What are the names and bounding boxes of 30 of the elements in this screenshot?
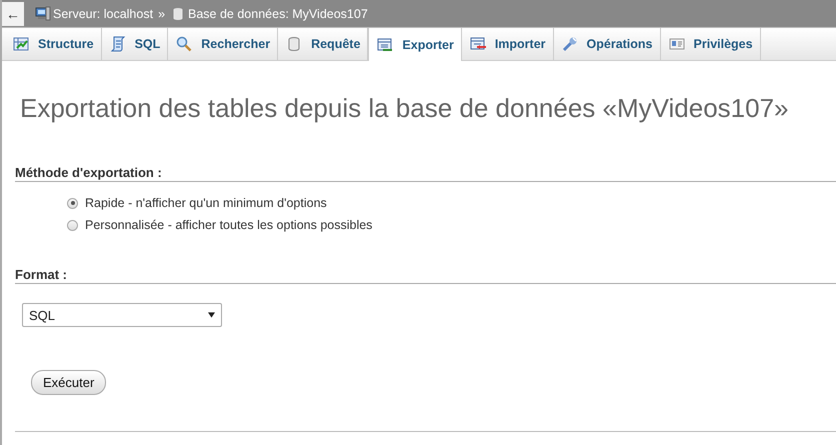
tab[interactable]: Exporter <box>368 28 462 61</box>
wrench-icon <box>562 36 578 52</box>
table-chart-icon <box>13 36 29 52</box>
execute-button[interactable]: Exécuter <box>31 370 106 395</box>
section-heading: Format : <box>15 267 836 284</box>
section-heading: Méthode d'exportation : <box>15 165 836 182</box>
tab[interactable]: Importer <box>462 28 554 60</box>
format-dropdown[interactable]: SQL <box>22 303 222 327</box>
table-import-icon <box>470 36 486 52</box>
tab[interactable]: Structure <box>5 28 102 60</box>
database-icon <box>286 36 302 52</box>
back-button[interactable]: ← <box>2 2 24 26</box>
table-export-icon <box>377 36 394 52</box>
scroll-icon <box>110 36 126 52</box>
search-icon <box>176 36 192 52</box>
breadcrumb-link[interactable]: Base de données: MyVideos107 <box>170 6 368 22</box>
caret-icon <box>208 312 215 318</box>
radio-button[interactable] <box>67 220 78 230</box>
radio-label[interactable]: Personnalisée - afficher toutes les options possibles <box>85 218 372 232</box>
tab[interactable]: SQL <box>102 28 168 60</box>
radio-button[interactable] <box>67 198 78 208</box>
tab[interactable]: Rechercher <box>168 28 278 60</box>
id-card-icon <box>668 36 685 52</box>
radio-label[interactable]: Rapide - n'afficher qu'un minimum d'options <box>85 196 327 210</box>
tab[interactable]: Privilèges <box>660 28 761 60</box>
tab[interactable]: Opérations <box>554 28 661 60</box>
breadcrumb-separator: » <box>158 6 166 20</box>
breadcrumb-link[interactable]: Serveur: localhost <box>35 6 154 22</box>
server-icon <box>35 6 51 22</box>
page-title: Exportation des tables depuis la base de données «MyVideos107» <box>20 93 790 124</box>
